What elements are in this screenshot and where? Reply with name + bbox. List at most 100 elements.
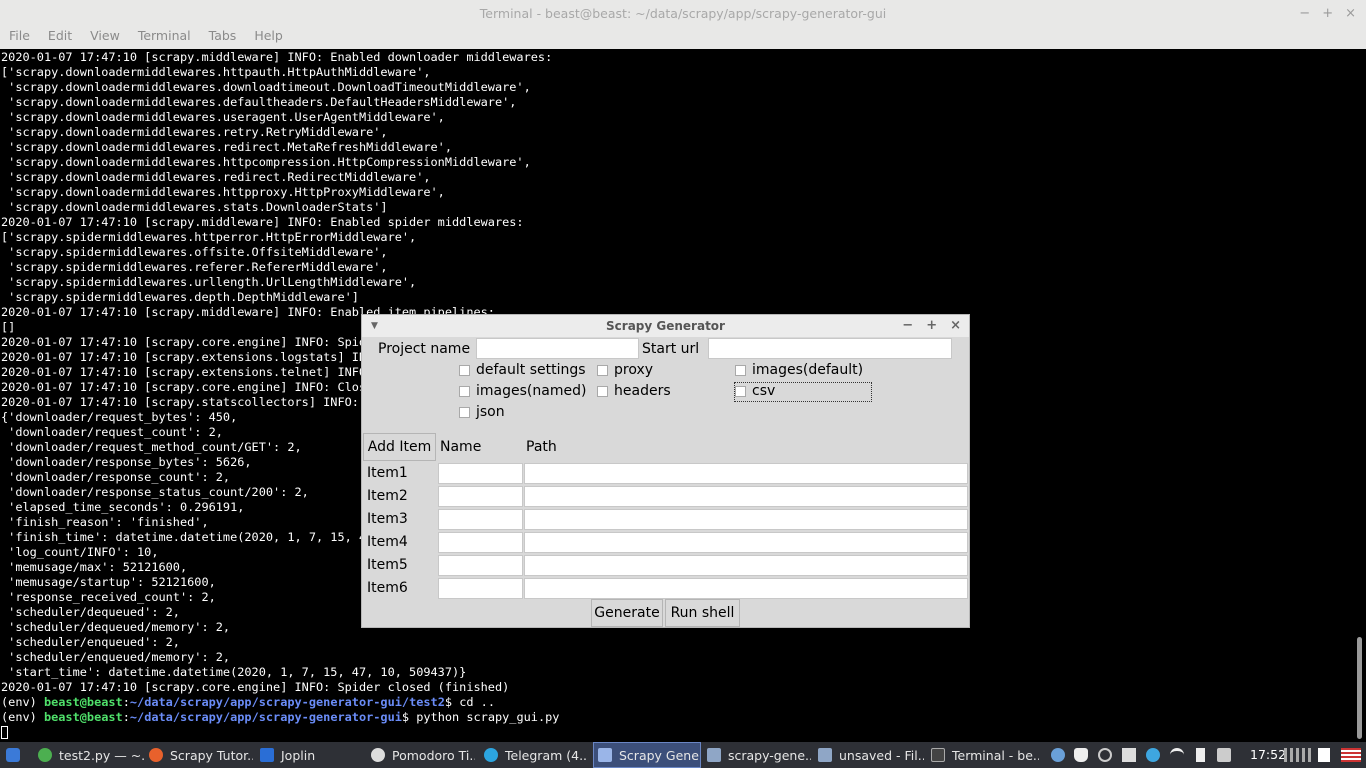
battery-icon[interactable] — [1196, 748, 1205, 762]
terminal-line: 'scrapy.downloadermiddlewares.redirect.R… — [1, 170, 431, 184]
menu-tabs[interactable]: Tabs — [209, 27, 237, 49]
scrollbar-thumb[interactable] — [1357, 637, 1362, 739]
checkbox-box[interactable] — [459, 406, 470, 418]
item-path-input[interactable] — [524, 463, 968, 484]
text-cursor — [1, 726, 8, 739]
terminal-line: 2020-01-07 17:47:10 [scrapy.middleware] … — [1, 215, 524, 229]
menu-edit[interactable]: Edit — [48, 27, 72, 49]
maximize-icon[interactable]: + — [926, 315, 937, 337]
terminal-line: 'scrapy.downloadermiddlewares.httpproxy.… — [1, 185, 445, 199]
clock[interactable]: 17:52 — [1250, 742, 1286, 768]
headers-checkbox[interactable]: headers — [597, 383, 671, 399]
close-icon[interactable]: × — [950, 315, 961, 337]
checkbox-box[interactable] — [597, 385, 608, 397]
checkbox-box[interactable] — [735, 385, 746, 397]
terminal-line: 'scrapy.spidermiddlewares.referer.Refere… — [1, 260, 388, 274]
firefox-icon — [149, 748, 163, 762]
item-name-input[interactable] — [438, 532, 523, 553]
menu-help[interactable]: Help — [254, 27, 283, 49]
json-label: json — [476, 404, 505, 420]
item-path-input[interactable] — [524, 509, 968, 530]
workspace-switcher[interactable] — [1284, 748, 1312, 762]
terminal-title: Terminal - beast@beast: ~/data/scrapy/ap… — [479, 6, 887, 21]
show-desktop-icon[interactable] — [1318, 748, 1330, 762]
images-named-checkbox[interactable]: images(named) — [459, 383, 586, 399]
item-path-input[interactable] — [524, 578, 968, 599]
volume-icon[interactable] — [1217, 748, 1231, 762]
taskbar-item-editor[interactable]: test2.py — ~... — [38, 742, 144, 768]
minimize-icon[interactable]: − — [902, 315, 913, 337]
proxy-checkbox[interactable]: proxy — [597, 362, 653, 378]
item-label: Item4 — [367, 534, 408, 550]
checkbox-box[interactable] — [459, 385, 470, 397]
taskbar-item-pomodoro[interactable]: Pomodoro Ti... — [371, 742, 475, 768]
run-shell-button[interactable]: Run shell — [665, 599, 740, 627]
project-name-input[interactable] — [476, 338, 639, 359]
name-column-header: Name — [440, 439, 482, 455]
checkbox-box[interactable] — [597, 364, 608, 376]
tray-app-icon[interactable] — [1051, 748, 1065, 762]
item-name-input[interactable] — [438, 463, 523, 484]
json-checkbox[interactable]: json — [459, 404, 505, 420]
start-menu-button[interactable] — [6, 742, 28, 768]
checkbox-box[interactable] — [735, 364, 746, 376]
item-label: Item1 — [367, 465, 408, 481]
taskbar-item-label: scrapy-gene... — [728, 747, 811, 763]
taskbar-item-file-manager[interactable]: scrapy-gene... — [707, 742, 811, 768]
terminal-line: 'scrapy.downloadermiddlewares.redirect.M… — [1, 140, 453, 154]
item-name-input[interactable] — [438, 555, 523, 576]
start-url-input[interactable] — [708, 338, 952, 359]
window-menu-icon[interactable]: ▼ — [371, 315, 378, 337]
wifi-icon[interactable] — [1170, 748, 1184, 762]
path-column-header: Path — [526, 439, 557, 455]
menu-terminal[interactable]: Terminal — [138, 27, 191, 49]
menu-file[interactable]: File — [9, 27, 30, 49]
item-path-input[interactable] — [524, 532, 968, 553]
taskbar-item-scrapy-generator[interactable]: Scrapy Gene... — [593, 742, 701, 768]
taskbar-item-label: Joplin — [281, 747, 316, 763]
checkbox-box[interactable] — [459, 364, 470, 376]
taskbar-item-unsaved[interactable]: unsaved - Fil... — [818, 742, 924, 768]
csv-checkbox[interactable]: csv — [735, 383, 775, 399]
item-path-input[interactable] — [524, 486, 968, 507]
prompt-env: (env) — [1, 710, 44, 724]
scrapy-generator-dialog: ▼ Scrapy Generator − + × Project name St… — [361, 314, 970, 628]
prompt-path: ~/data/scrapy/app/scrapy-generator-gui — [129, 710, 402, 724]
terminal-line: ['scrapy.downloadermiddlewares.httpauth.… — [1, 65, 431, 79]
terminal-line: 'scrapy.downloadermiddlewares.retry.Retr… — [1, 125, 388, 139]
notification-bell-icon[interactable] — [1074, 748, 1088, 762]
terminal-scrollbar[interactable] — [1354, 49, 1366, 742]
taskbar-item-label: unsaved - Fil... — [839, 747, 924, 763]
item-name-input[interactable] — [438, 509, 523, 530]
dropbox-icon[interactable] — [1122, 748, 1136, 762]
taskbar-item-firefox[interactable]: Scrapy Tutor... — [149, 742, 253, 768]
terminal-line: 'scrapy.downloadermiddlewares.useragent.… — [1, 110, 445, 124]
prompt-env: (env) — [1, 695, 44, 709]
terminal-line: 'scrapy.spidermiddlewares.urllength.UrlL… — [1, 275, 417, 289]
terminal-line: 2020-01-07 17:47:10 [scrapy.middleware] … — [1, 50, 553, 64]
telegram-icon — [484, 748, 498, 762]
images-default-checkbox[interactable]: images(default) — [735, 362, 863, 378]
dialog-titlebar[interactable]: ▼ Scrapy Generator − + × — [362, 315, 969, 337]
add-item-button[interactable]: Add Item — [363, 433, 436, 461]
default-settings-checkbox[interactable]: default settings — [459, 362, 586, 378]
item-path-input[interactable] — [524, 555, 968, 576]
update-icon[interactable] — [1146, 748, 1160, 762]
taskbar-item-terminal[interactable]: Terminal - be... — [931, 742, 1039, 768]
taskbar-item-telegram[interactable]: Telegram (4... — [484, 742, 588, 768]
menu-view[interactable]: View — [90, 27, 120, 49]
taskbar-item-label: Telegram (4... — [505, 747, 588, 763]
terminal-line: 'scrapy.downloadermiddlewares.stats.Down… — [1, 200, 388, 214]
terminal-titlebar[interactable]: Terminal - beast@beast: ~/data/scrapy/ap… — [0, 0, 1366, 27]
item-name-input[interactable] — [438, 578, 523, 599]
minimize-icon[interactable]: − — [1299, 0, 1310, 27]
default-settings-label: default settings — [476, 362, 586, 378]
item-name-input[interactable] — [438, 486, 523, 507]
keyboard-layout-flag-icon[interactable] — [1341, 748, 1361, 762]
generate-button[interactable]: Generate — [591, 599, 663, 627]
item-label: Item6 — [367, 580, 408, 596]
close-icon[interactable]: × — [1345, 0, 1356, 27]
status-circle-icon[interactable] — [1098, 748, 1112, 762]
maximize-icon[interactable]: + — [1322, 0, 1333, 27]
taskbar-item-joplin[interactable]: Joplin — [260, 742, 360, 768]
